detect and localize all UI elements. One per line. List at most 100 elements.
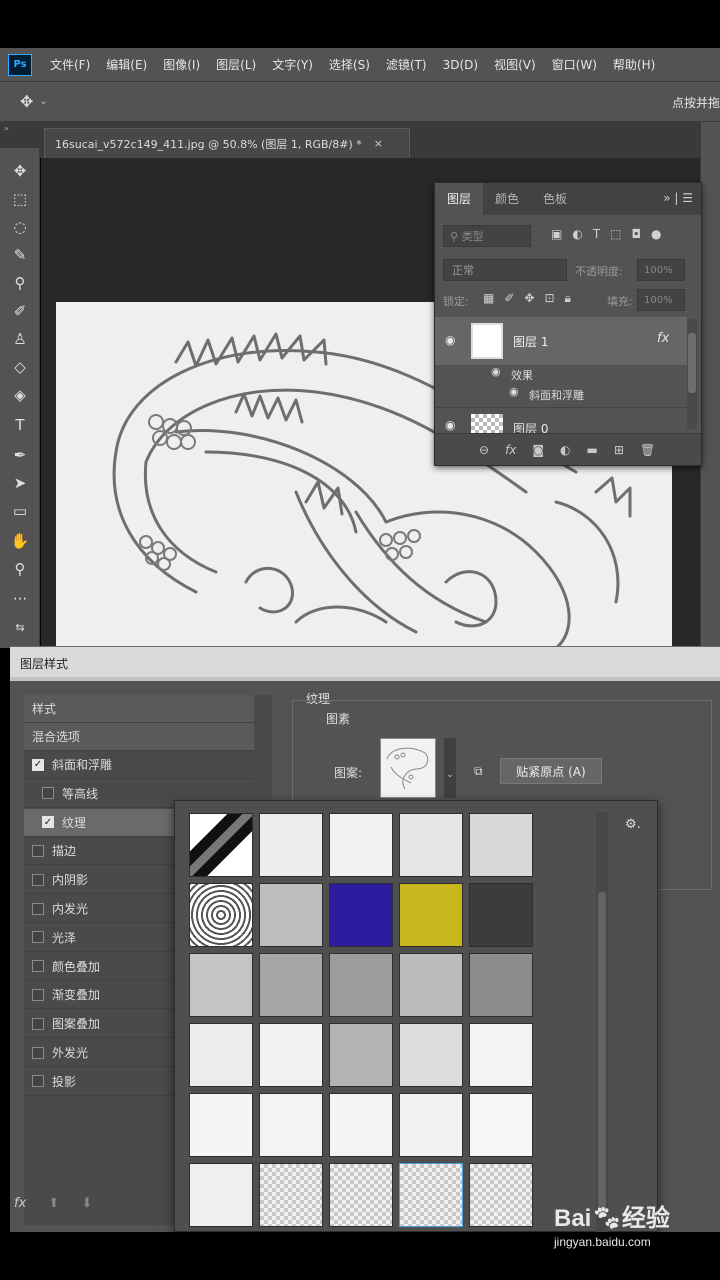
move-tool-icon[interactable]: ✥ (8, 160, 32, 182)
checkbox[interactable] (32, 1075, 44, 1088)
pattern-swatch[interactable] (469, 813, 533, 877)
close-icon[interactable]: × (374, 137, 383, 150)
lock-transparency-icon[interactable]: ▦ (483, 291, 494, 306)
tab-color[interactable]: 颜色 (483, 183, 531, 215)
layer-name[interactable]: 图层 0 (513, 420, 548, 433)
pattern-swatch[interactable] (259, 1163, 323, 1227)
type-tool-icon[interactable]: T (8, 414, 32, 436)
adjustment-layer-icon[interactable]: ◐ (560, 443, 570, 457)
menu-select[interactable]: 选择(S) (321, 56, 378, 73)
pattern-swatch[interactable] (469, 883, 533, 947)
blend-mode-select[interactable]: 正常 (443, 259, 567, 281)
style-list-header-blending[interactable]: 混合选项 (24, 723, 254, 751)
move-up-icon[interactable]: ⬆ (48, 1196, 59, 1211)
checkbox-checked[interactable]: ✓ (32, 758, 44, 771)
layer-name[interactable]: 图层 1 (513, 333, 548, 350)
fx-icon[interactable]: fx (14, 1196, 26, 1211)
pattern-swatch[interactable] (189, 813, 253, 877)
pattern-swatch[interactable] (399, 953, 463, 1017)
delete-layer-icon[interactable]: 🗑︎ (640, 443, 655, 457)
pattern-swatch[interactable] (469, 953, 533, 1017)
stamp-tool-icon[interactable]: ♙ (8, 328, 32, 350)
checkbox[interactable] (32, 844, 44, 857)
bevel-eye-icon[interactable]: ◉ (509, 385, 519, 398)
fill-input[interactable]: 100% (637, 289, 685, 311)
smart-object-filter-icon[interactable]: ◘ (632, 227, 642, 241)
pattern-swatch[interactable] (189, 883, 253, 947)
chevron-down-icon[interactable]: ⌄ (39, 96, 47, 107)
menu-image[interactable]: 图像(I) (155, 56, 208, 73)
menu-layer[interactable]: 图层(L) (208, 56, 264, 73)
pattern-swatch[interactable] (399, 1093, 463, 1157)
move-tool-icon[interactable]: ✥ (20, 92, 33, 111)
pattern-swatch[interactable] (329, 1023, 393, 1087)
layer-row-layer-0[interactable]: ◉ 图层 0 (435, 407, 687, 433)
collapse-arrows-icon[interactable]: » (4, 124, 9, 133)
lasso-tool-icon[interactable]: ◌ (8, 216, 32, 238)
menu-3d[interactable]: 3D(D) (435, 58, 486, 72)
move-down-icon[interactable]: ⬇ (81, 1196, 92, 1211)
menu-view[interactable]: 视图(V) (486, 56, 544, 73)
image-filter-icon[interactable]: ▣ (551, 227, 562, 241)
menu-filter[interactable]: 滤镜(T) (378, 56, 435, 73)
layers-scrollbar-thumb[interactable] (688, 333, 696, 393)
filter-toggle-icon[interactable]: ● (651, 227, 661, 241)
pattern-swatch[interactable] (189, 1093, 253, 1157)
pattern-swatch[interactable] (399, 1163, 463, 1227)
dialog-title-bar[interactable]: 图层样式 (10, 647, 720, 677)
checkbox[interactable] (32, 1046, 44, 1059)
document-tab[interactable]: 16sucai_v572c149_411.jpg @ 50.8% (图层 1, … (44, 128, 410, 158)
checkbox[interactable] (32, 960, 44, 973)
bevel-emboss-effect-row[interactable]: ◉ 斜面和浮雕 (435, 385, 687, 405)
pattern-swatch[interactable] (329, 813, 393, 877)
style-item[interactable]: ✓ 斜面和浮雕 (24, 751, 254, 779)
lock-pixels-icon[interactable]: ✐ (504, 291, 514, 306)
eyedropper-tool-icon[interactable]: ⚲ (8, 272, 32, 294)
rectangle-tool-icon[interactable]: ▭ (8, 500, 32, 522)
checkbox[interactable] (32, 931, 44, 944)
checkbox[interactable] (42, 787, 54, 800)
pattern-swatch[interactable] (259, 1093, 323, 1157)
checkbox[interactable] (32, 902, 44, 915)
pattern-swatch[interactable] (469, 1023, 533, 1087)
layer-row-layer-1[interactable]: ◉ 图层 1 fx (435, 317, 687, 365)
pattern-preview[interactable] (380, 738, 436, 798)
lock-artboard-icon[interactable]: ⊡ (544, 291, 554, 306)
eraser-tool-icon[interactable]: ◇ (8, 356, 32, 378)
visibility-eye-icon[interactable]: ◉ (445, 418, 455, 432)
pattern-swatch[interactable] (399, 883, 463, 947)
tab-swatches[interactable]: 色板 (531, 183, 579, 215)
paint-bucket-tool-icon[interactable]: ◈ (8, 384, 32, 406)
gear-icon[interactable]: ⚙︎. (625, 817, 641, 832)
new-group-icon[interactable]: ▬ (587, 443, 598, 457)
swap-colors-icon[interactable]: ⇆ (8, 616, 32, 638)
checkbox-checked[interactable]: ✓ (42, 816, 54, 829)
lock-all-icon[interactable]: 🔒︎ (565, 291, 571, 306)
pattern-swatch[interactable] (329, 1093, 393, 1157)
lock-position-icon[interactable]: ✥ (524, 291, 534, 306)
zoom-tool-icon[interactable]: ⚲ (8, 558, 32, 580)
tab-layers[interactable]: 图层 (435, 183, 484, 215)
quick-select-tool-icon[interactable]: ✎ (8, 244, 32, 266)
link-layers-icon[interactable]: ⊖ (479, 443, 489, 457)
path-select-tool-icon[interactable]: ➤ (8, 472, 32, 494)
add-style-icon[interactable]: fx (505, 443, 516, 457)
pattern-swatch[interactable] (469, 1093, 533, 1157)
pattern-swatch[interactable] (329, 953, 393, 1017)
checkbox[interactable] (32, 873, 44, 886)
type-filter-icon[interactable]: T (593, 227, 600, 241)
layer-filter-search[interactable]: ⚲ 类型 (443, 225, 531, 247)
new-layer-icon[interactable]: ⊞ (614, 443, 624, 457)
pattern-swatch[interactable] (259, 883, 323, 947)
shape-filter-icon[interactable]: ⬚ (610, 227, 621, 241)
marquee-tool-icon[interactable]: ⬚ (8, 188, 32, 210)
pattern-swatch[interactable] (189, 953, 253, 1017)
pattern-dropdown-toggle[interactable]: ⌄ (444, 738, 456, 798)
pattern-picker-scrollbar-thumb[interactable] (598, 892, 606, 1212)
visibility-eye-icon[interactable]: ◉ (445, 333, 455, 347)
brush-tool-icon[interactable]: ✐ (8, 300, 32, 322)
new-preset-icon[interactable]: ⧉ (474, 764, 483, 779)
pattern-swatch[interactable] (329, 883, 393, 947)
more-tools-icon[interactable]: ··· (8, 588, 32, 610)
pen-tool-icon[interactable]: ✒ (8, 444, 32, 466)
